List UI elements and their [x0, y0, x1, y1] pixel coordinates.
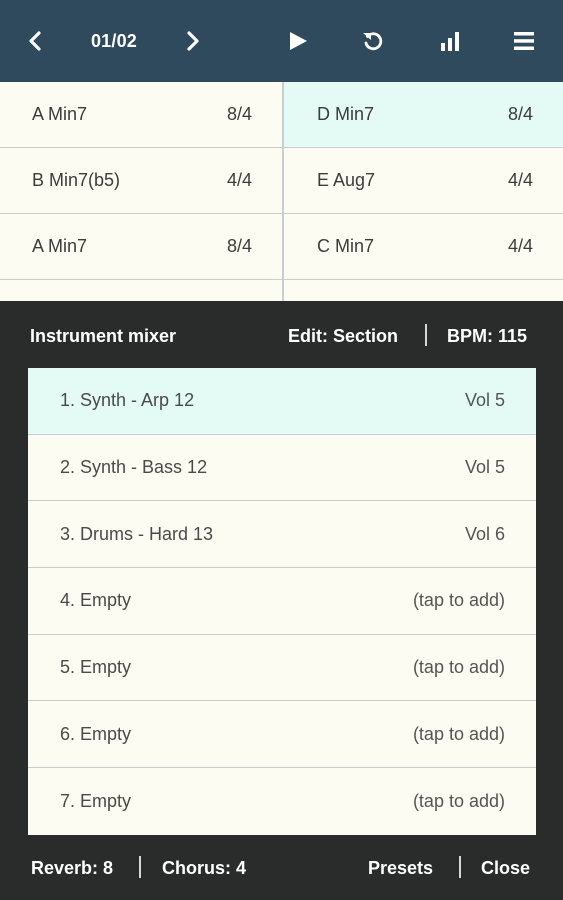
hamburger-menu-icon[interactable]	[509, 26, 539, 56]
undo-icon[interactable]	[358, 26, 388, 56]
tap-to-add-hint: (tap to add)	[412, 657, 505, 678]
instrument-volume: Vol 5	[464, 457, 505, 478]
instrument-name: 4. Empty	[60, 590, 132, 611]
top-toolbar: 01/02	[0, 0, 563, 82]
instrument-row-empty[interactable]: 5. Empty (tap to add)	[28, 635, 536, 702]
instrument-row[interactable]: 3. Drums - Hard 13 Vol 6	[28, 501, 536, 569]
chord-cell-partial[interactable]	[282, 280, 563, 301]
bar-chart-icon[interactable]	[435, 26, 465, 56]
reverb-button[interactable]: Reverb: 8	[31, 858, 113, 879]
chord-cell[interactable]: B Min7(b5) 4/4	[0, 148, 282, 214]
chord-name: E Aug7	[317, 170, 376, 190]
chord-cell[interactable]: A Min7 8/4	[0, 82, 282, 148]
instrument-row[interactable]: 1. Synth - Arp 12 Vol 5	[28, 368, 536, 435]
presets-button[interactable]: Presets	[368, 858, 433, 879]
instrument-row[interactable]: 2. Synth - Bass 12 Vol 5	[28, 435, 536, 502]
play-icon[interactable]	[283, 26, 313, 56]
chord-cell[interactable]: C Min7 4/4	[282, 214, 563, 280]
chord-cell-partial[interactable]	[0, 280, 282, 301]
tap-to-add-hint: (tap to add)	[412, 723, 505, 744]
instrument-name: 7. Empty	[60, 790, 132, 811]
chevron-left-icon[interactable]	[20, 26, 50, 56]
tap-to-add-hint: (tap to add)	[412, 590, 505, 611]
page-indicator: 01/02	[90, 31, 138, 51]
chord-cell-selected[interactable]: D Min7 8/4	[282, 82, 563, 148]
chevron-right-icon[interactable]	[178, 26, 208, 56]
chord-meter: 8/4	[507, 104, 533, 124]
chord-cell[interactable]: A Min7 8/4	[0, 214, 282, 280]
instrument-name: 5. Empty	[60, 657, 132, 678]
instrument-name: 2. Synth - Bass 12	[60, 457, 208, 478]
instrument-list: 1. Synth - Arp 12 Vol 5 2. Synth - Bass …	[28, 368, 536, 835]
instrument-name: 3. Drums - Hard 13	[60, 523, 214, 544]
bpm-button[interactable]: BPM: 115	[447, 326, 527, 347]
separator	[139, 856, 141, 878]
chorus-button[interactable]: Chorus: 4	[162, 858, 246, 879]
chord-name: C Min7	[317, 236, 375, 256]
chord-meter: 4/4	[507, 236, 533, 256]
mixer-title: Instrument mixer	[30, 326, 177, 346]
chord-name: B Min7(b5)	[32, 170, 121, 190]
instrument-row-empty[interactable]: 4. Empty (tap to add)	[28, 568, 536, 635]
instrument-volume: Vol 5	[464, 390, 505, 411]
chord-meter: 8/4	[226, 236, 252, 256]
chord-name: A Min7	[32, 236, 88, 256]
edit-section-button[interactable]: Edit: Section	[288, 326, 398, 347]
separator	[425, 324, 427, 346]
chord-grid: A Min7 8/4 D Min7 8/4 B Min7(b5) 4/4 E A…	[0, 82, 563, 301]
chord-name: D Min7	[317, 104, 375, 124]
separator	[459, 856, 461, 878]
instrument-name: 6. Empty	[60, 723, 132, 744]
instrument-volume: Vol 6	[464, 523, 505, 544]
chord-meter: 4/4	[507, 170, 533, 190]
instrument-mixer-panel: Instrument mixer Edit: Section BPM: 115 …	[0, 301, 563, 900]
instrument-row-empty[interactable]: 7. Empty (tap to add)	[28, 768, 536, 835]
tap-to-add-hint: (tap to add)	[412, 790, 505, 811]
instrument-row-empty[interactable]: 6. Empty (tap to add)	[28, 701, 536, 769]
close-button[interactable]: Close	[481, 858, 530, 879]
instrument-name: 1. Synth - Arp 12	[60, 390, 195, 411]
chord-meter: 8/4	[226, 104, 252, 124]
chord-meter: 4/4	[226, 170, 252, 190]
chord-cell[interactable]: E Aug7 4/4	[282, 148, 563, 214]
chord-name: A Min7	[32, 104, 88, 124]
